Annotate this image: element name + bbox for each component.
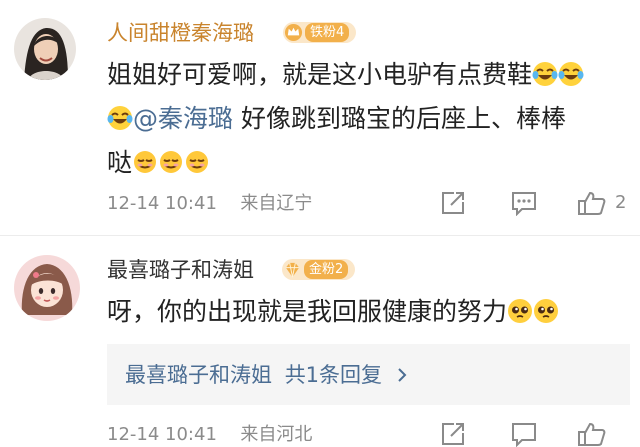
reply-count[interactable]: 共1条回复	[285, 363, 382, 387]
comment-text-line-1: 呀，你的出现就是我回服健康的努力	[107, 297, 508, 326]
badge-label: 金粉2	[304, 260, 349, 279]
comment-text: 呀，你的出现就是我回服健康的努力	[107, 292, 559, 336]
sweat-smile-emoji	[158, 147, 184, 187]
avatar[interactable]	[14, 255, 80, 321]
comment-button[interactable]	[510, 190, 538, 216]
share-icon	[442, 423, 464, 445]
comment-button[interactable]	[510, 421, 538, 447]
avatar[interactable]	[14, 18, 76, 80]
comment-line-2: @秦海璐 好像跳到璐宝的后座上、棒棒	[107, 99, 584, 143]
crown-icon	[284, 23, 303, 42]
comment-meta: 12-14 10:41 来自辽宁	[107, 193, 312, 215]
reply-summary[interactable]: 最喜璐子和涛姐 共1条回复	[125, 362, 409, 388]
laugh-cry-emoji	[107, 103, 133, 143]
comment-text-line-3: 哒	[107, 148, 133, 177]
like-count: 2	[615, 192, 627, 213]
share-button[interactable]	[440, 190, 466, 216]
location: 来自河北	[240, 424, 313, 445]
mention-link[interactable]: @秦海璐	[133, 104, 233, 133]
pleading-face-emoji	[533, 296, 559, 336]
reply-author[interactable]: 最喜璐子和涛姐	[125, 363, 272, 387]
comment-icon	[512, 423, 536, 447]
pleading-face-emoji	[507, 296, 533, 336]
comment-line-1: 姐姐好可爱啊，就是这小电驴有点费鞋	[107, 55, 584, 99]
comment-meta: 12-14 10:41 来自河北	[107, 424, 312, 446]
divider	[0, 235, 640, 236]
reply-preview[interactable]: 最喜璐子和涛姐 共1条回复	[107, 344, 630, 405]
thumbs-up-icon	[578, 191, 606, 215]
share-icon	[442, 192, 464, 214]
laugh-cry-emoji	[558, 59, 584, 99]
badge-label: 铁粉4	[305, 23, 350, 42]
gem-icon	[285, 262, 300, 278]
chevron-right-icon	[398, 368, 407, 382]
fan-badge: 铁粉4	[283, 22, 357, 43]
sweat-smile-emoji	[132, 147, 158, 187]
comment-text-line-2: 好像跳到璐宝的后座上、棒棒	[240, 104, 566, 133]
like-button[interactable]	[577, 421, 607, 447]
like-button[interactable]: 2	[577, 190, 626, 216]
sweat-smile-emoji	[184, 147, 210, 187]
timestamp: 12-14 10:41	[107, 424, 217, 445]
location: 来自辽宁	[240, 193, 313, 214]
fan-badge: 金粉2	[282, 259, 356, 280]
timestamp: 12-14 10:41	[107, 193, 217, 214]
share-button[interactable]	[440, 421, 466, 447]
comment-text-line-1: 姐姐好可爱啊，就是这小电驴有点费鞋	[107, 60, 533, 89]
comment-icon	[512, 192, 536, 216]
comment-line-3: 哒	[107, 143, 584, 187]
username[interactable]: 最喜璐子和涛姐	[107, 258, 254, 282]
username[interactable]: 人间甜橙秦海璐	[107, 21, 254, 45]
comment-text: 姐姐好可爱啊，就是这小电驴有点费鞋 @秦海璐 好像跳到璐宝的后座上、棒棒 哒	[107, 55, 584, 187]
thumbs-up-icon	[578, 422, 606, 446]
laugh-cry-emoji	[532, 59, 558, 99]
